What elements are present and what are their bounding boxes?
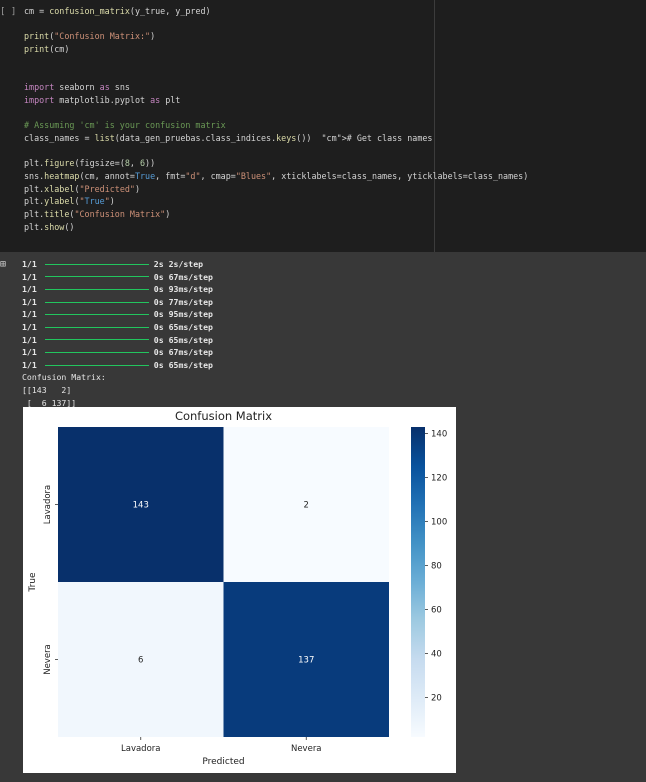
code-line: sns.heatmap(cm, annot=True, fmt="d", cma… [24, 170, 529, 181]
cell-value-label: 2 [304, 501, 309, 511]
code-line: plt.show() [24, 221, 75, 232]
progress-step: 1/1 [22, 296, 37, 307]
colorbar [411, 427, 425, 737]
cell-value-label: 137 [298, 656, 314, 666]
code-line: plt.ylabel("True") [24, 196, 115, 207]
colorbar-tick-label: 120 [431, 474, 447, 484]
code-line: cm = confusion_matrix(y_true, y_pred) [24, 6, 211, 16]
progress-line: 1/1 0s 65ms/step [22, 321, 213, 334]
cell-value-label: 143 [133, 501, 149, 511]
progress-bar [44, 364, 149, 366]
colorbar-tick-label: 100 [431, 518, 447, 528]
progress-step: 1/1 [22, 259, 37, 269]
heatmap-chart: Confusion Matrix 143 2 6 137 Lavadora Nevera La… [28, 409, 447, 767]
y-tick-label: Lavadora [43, 485, 53, 524]
progress-bar [44, 314, 149, 316]
progress-step: 1/1 [22, 347, 37, 358]
code-line: import seaborn as sns [24, 82, 130, 93]
code-cell[interactable]: [ ] cm = confusion_matrix(y_true, y_pred… [0, 0, 646, 252]
progress-time: 0s 65ms/step [153, 321, 213, 332]
progress-time: 0s 77ms/step [153, 296, 213, 307]
cell-value-label: 6 [138, 656, 143, 666]
code-line: plt.title("Confusion Matrix") [24, 209, 171, 219]
x-axis-label: Predicted [202, 757, 244, 767]
chart-title: Confusion Matrix [175, 409, 272, 423]
code-line: # Assuming 'cm' is your confusion matrix [24, 120, 226, 131]
progress-bar [44, 339, 149, 341]
x-tick-label: Nevera [291, 744, 322, 754]
code-line: class_names = list(data_gen_pruebas.clas… [24, 132, 433, 143]
progress-time: 0s 93ms/step [153, 284, 213, 295]
progress-bar [44, 326, 149, 328]
progress-time: 0s 65ms/step [153, 334, 213, 345]
progress-step: 1/1 [22, 271, 37, 282]
progress-time: 0s 67ms/step [153, 347, 213, 358]
output-text-line: [[143 2] [22, 384, 72, 395]
code-line: import matplotlib.pyplot as plt [24, 94, 181, 105]
progress-bar [44, 263, 149, 265]
y-tick-label: Nevera [43, 644, 53, 675]
colorbar-tick-label: 60 [431, 605, 442, 615]
confusion-matrix-figure: Confusion Matrix 143 2 6 137 Lavadora Nevera La… [23, 407, 456, 773]
progress-time: 0s 67ms/step [153, 271, 213, 282]
progress-line: 1/1 0s 77ms/step [22, 296, 213, 309]
progress-step: 1/1 [22, 359, 37, 370]
progress-line: 1/1 0s 65ms/step [22, 334, 213, 347]
progress-line: 1/1 0s 65ms/step [22, 359, 213, 372]
progress-step: 1/1 [22, 309, 37, 320]
code-line: print(cm) [24, 44, 70, 55]
progress-bar [44, 288, 149, 290]
progress-time: 0s 65ms/step [153, 359, 213, 370]
code-line: print("Confusion Matrix:") [24, 31, 156, 42]
progress-step: 1/1 [22, 334, 37, 345]
output-log: 1/1 2s 2s/step 1/1 0s 67ms/step 1/1 0s 93ms/s… [22, 258, 213, 409]
colorbar-tick-label: 20 [431, 693, 442, 703]
output-text-line: Confusion Matrix: [22, 372, 106, 383]
progress-bar [44, 276, 149, 278]
progress-bar [44, 301, 149, 303]
progress-line: 1/1 2s 2s/step [22, 258, 213, 271]
progress-line: 1/1 0s 93ms/step [22, 283, 213, 296]
code-editor[interactable]: cm = confusion_matrix(y_true, y_pred) pr… [24, 5, 528, 233]
progress-time: 2s 2s/step [153, 259, 204, 269]
progress-step: 1/1 [22, 284, 37, 295]
colorbar-tick-label: 140 [431, 430, 447, 440]
progress-line: 1/1 0s 95ms/step [22, 308, 213, 321]
code-line: plt.xlabel("Predicted") [24, 183, 140, 194]
progress-time: 0s 95ms/step [153, 309, 213, 320]
progress-bar [44, 351, 149, 353]
x-tick-label: Lavadora [121, 744, 160, 754]
progress-line: 1/1 0s 67ms/step [22, 346, 213, 359]
colorbar-tick-label: 80 [431, 562, 442, 572]
colorbar-tick-label: 40 [431, 649, 442, 659]
y-axis-label: True [28, 572, 38, 593]
progress-line: 1/1 0s 67ms/step [22, 271, 213, 284]
output-toggle-icon[interactable]: ⊞ [0, 259, 16, 271]
code-line: plt.figure(figsize=(8, 6)) [24, 158, 156, 169]
progress-step: 1/1 [22, 321, 37, 332]
run-cell-button[interactable]: [ ] [0, 6, 18, 18]
